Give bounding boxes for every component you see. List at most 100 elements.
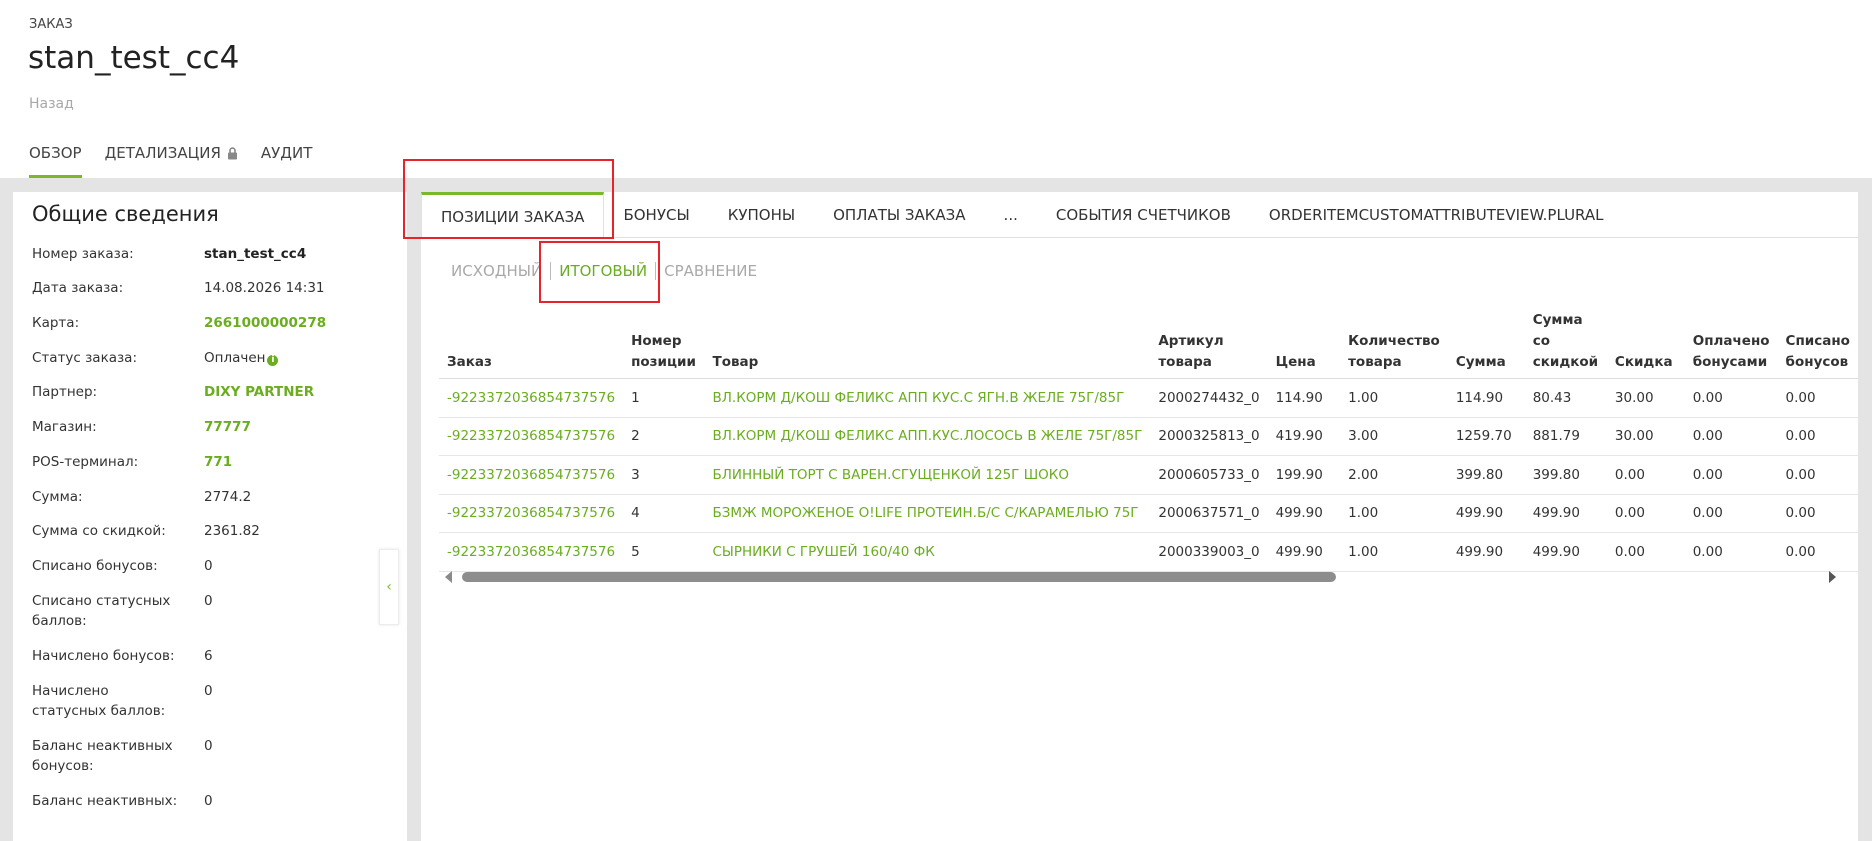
header-line: Количество <box>1348 333 1440 349</box>
table-cell: 0.00 <box>1684 417 1778 456</box>
back-link[interactable]: Назад <box>29 96 74 112</box>
column-header[interactable]: Цена <box>1267 310 1341 379</box>
order-link[interactable]: -9223372036854737576 <box>439 417 624 456</box>
table-cell: 1.00 <box>1340 378 1448 418</box>
overview-title: Общие сведения <box>32 202 219 226</box>
scroll-left-icon[interactable] <box>445 571 452 583</box>
table-cell: 0.00 <box>1777 455 1858 495</box>
info-value: stan_test_cc4 <box>204 246 307 262</box>
column-header[interactable]: Сумма <box>1447 310 1525 379</box>
info-label: Номер заказа: <box>32 246 134 262</box>
page-header: ЗАКАЗ stan_test_cc4 Назад ОБЗОР ДЕТАЛИЗА… <box>0 0 1872 178</box>
subtab-final[interactable]: ИТОГОВЫЙ <box>559 262 647 280</box>
chevron-left-icon: ‹ <box>386 579 392 595</box>
column-header[interactable]: Сумма со скидкой <box>1524 310 1607 379</box>
info-row-partner: Партнер: DIXY PARTNER <box>32 382 392 402</box>
header-line: товара <box>1348 354 1402 370</box>
scrollbar-thumb[interactable] <box>462 572 1336 582</box>
header-line: скидкой <box>1532 354 1599 370</box>
order-link[interactable]: -9223372036854737576 <box>439 455 624 495</box>
product-link[interactable]: БЛИННЫЙ ТОРТ С ВАРЕН.СГУЩЕНКОЙ 125Г ШОКО <box>704 455 1151 495</box>
product-link[interactable]: ВЛ.КОРМ Д/КОШ ФЕЛИКС АПП КУС.С ЯГН.В ЖЕЛ… <box>704 378 1151 418</box>
table-cell: 199.90 <box>1267 455 1341 495</box>
column-header[interactable]: Заказ <box>439 310 624 379</box>
card-link[interactable]: 2661000000278 <box>204 313 326 333</box>
info-row-store: Магазин: 77777 <box>32 417 392 437</box>
table-cell: 0.00 <box>1777 417 1858 456</box>
info-value: 0 <box>204 793 213 809</box>
tab-details[interactable]: ДЕТАЛИЗАЦИЯ <box>105 144 238 178</box>
tab-audit[interactable]: АУДИТ <box>261 144 313 178</box>
info-label: Начислено бонусов: <box>32 648 175 664</box>
info-label: Списано статусных баллов: <box>32 593 171 629</box>
info-icon[interactable]: i <box>267 355 279 366</box>
table-cell: 1.00 <box>1340 532 1448 572</box>
separator <box>550 262 552 280</box>
order-link[interactable]: -9223372036854737576 <box>439 532 624 572</box>
table-cell: 499.90 <box>1524 494 1607 533</box>
tab-overview[interactable]: ОБЗОР <box>29 144 82 178</box>
table-cell: 0.00 <box>1777 378 1858 418</box>
table-cell: 2000274432_0 <box>1150 378 1268 418</box>
pos-link[interactable]: 771 <box>204 452 232 472</box>
tab-order-payments[interactable]: ОПЛАТЫ ЗАКАЗА <box>814 192 984 238</box>
view-switcher: ИСХОДНЫЙ ИТОГОВЫЙ СРАВНЕНИЕ <box>451 262 757 280</box>
info-row-sum: Сумма: 2774.2 <box>32 487 392 507</box>
tab-order-items[interactable]: ПОЗИЦИИ ЗАКАЗА <box>421 192 605 239</box>
store-link[interactable]: 77777 <box>204 417 251 437</box>
table-cell: 881.79 <box>1524 417 1607 456</box>
info-value: 0 <box>204 593 213 609</box>
table-cell: 399.80 <box>1524 455 1607 495</box>
status-value: Оплачен i <box>204 348 279 368</box>
header-line: бонусов <box>1785 354 1849 370</box>
table-row: -9223372036854737576 3 БЛИННЫЙ ТОРТ С ВА… <box>439 455 1858 495</box>
subtab-comparison[interactable]: СРАВНЕНИЕ <box>664 262 757 280</box>
table-cell: 0.00 <box>1684 378 1778 418</box>
table-cell: 80.43 <box>1524 378 1607 418</box>
product-link[interactable]: ВЛ.КОРМ Д/КОШ ФЕЛИКС АПП.КУС.ЛОСОСЬ В ЖЕ… <box>704 417 1151 456</box>
table-cell: 399.80 <box>1447 455 1525 495</box>
product-link[interactable]: БЗМЖ МОРОЖЕНОЕ O!LIFE ПРОТЕИН.Б/С С/КАРА… <box>704 494 1151 533</box>
order-link[interactable]: -9223372036854737576 <box>439 494 624 533</box>
tab-more[interactable]: ... <box>985 192 1037 238</box>
table-cell: 0.00 <box>1777 532 1858 572</box>
info-label: Дата заказа: <box>32 280 124 296</box>
info-label: Партнер: <box>32 384 98 400</box>
header-line: Списано <box>1785 333 1850 349</box>
header-line: Скидка <box>1614 354 1673 370</box>
column-header[interactable]: Скидка <box>1606 310 1685 379</box>
info-label: Сумма: <box>32 489 83 505</box>
table-cell: 30.00 <box>1606 378 1685 418</box>
info-value: 2361.82 <box>204 523 260 539</box>
order-link[interactable]: -9223372036854737576 <box>439 378 624 418</box>
scroll-right-icon[interactable] <box>1829 571 1836 583</box>
info-value: 0 <box>204 558 213 574</box>
horizontal-scrollbar[interactable] <box>439 570 1836 584</box>
info-label: Начислено статусных баллов: <box>32 683 166 719</box>
product-link[interactable]: СЫРНИКИ С ГРУШЕЙ 160/40 ФК <box>704 532 1151 572</box>
column-header[interactable]: Оплачено бонусами <box>1684 310 1778 379</box>
collapse-panel-button[interactable]: ‹ <box>379 549 399 625</box>
partner-link[interactable]: DIXY PARTNER <box>204 382 314 402</box>
table-cell: 2000325813_0 <box>1150 417 1268 456</box>
info-row-bonus-earned: Начислено бонусов: 6 <box>32 646 392 666</box>
column-header[interactable]: Товар <box>704 310 1151 379</box>
column-header[interactable]: Списано бонусов <box>1777 310 1858 379</box>
table-cell: 419.90 <box>1267 417 1341 456</box>
header-line: Оплачено <box>1692 333 1770 349</box>
table-header-row: Заказ Номер позиции Товар Артикул товара Ц… <box>439 310 1858 379</box>
table-cell: 1.00 <box>1340 494 1448 533</box>
subtab-original[interactable]: ИСХОДНЫЙ <box>451 262 542 280</box>
table-cell: 0.00 <box>1777 494 1858 533</box>
info-value: 0 <box>204 738 213 754</box>
info-label: Магазин: <box>32 419 97 435</box>
tab-custom-attributes[interactable]: ORDERITEMCUSTOMATTRIBUTEVIEW.PLURAL <box>1250 192 1623 238</box>
tab-bonuses[interactable]: БОНУСЫ <box>604 192 708 238</box>
table-cell: 0.00 <box>1684 455 1778 495</box>
column-header[interactable]: Артикул товара <box>1150 310 1268 379</box>
tab-counter-events[interactable]: СОБЫТИЯ СЧЕТЧИКОВ <box>1037 192 1250 238</box>
column-header[interactable]: Номер позиции <box>623 310 705 379</box>
tab-coupons[interactable]: КУПОНЫ <box>709 192 814 238</box>
info-value: 14.08.2026 14:31 <box>204 280 325 296</box>
column-header[interactable]: Количество товара <box>1340 310 1448 379</box>
